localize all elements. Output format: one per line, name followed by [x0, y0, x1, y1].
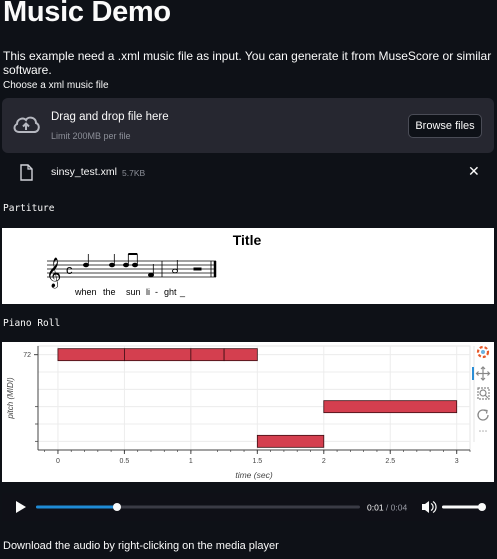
lyric-syllable: - — [155, 287, 158, 297]
browse-files-button[interactable]: Browse files — [408, 114, 482, 138]
volume-level — [442, 505, 482, 509]
seek-handle[interactable] — [113, 503, 121, 511]
note-bar — [223, 348, 258, 362]
pan-icon[interactable] — [475, 366, 491, 381]
remove-file-button[interactable]: ✕ — [468, 163, 480, 180]
note-bar — [190, 348, 225, 362]
time-display: 0:01 / 0:04 — [367, 503, 407, 513]
x-tick-label: 1.5 — [252, 458, 262, 465]
treble-clef-icon: 𝄞 — [46, 257, 61, 289]
intro-text: This example need a .xml music file as i… — [3, 49, 492, 77]
file-icon — [20, 164, 33, 181]
note-bar — [256, 434, 325, 448]
download-hint: Download the audio by right-clicking on … — [3, 540, 279, 552]
lyric-syllable: _ — [179, 287, 186, 297]
box-zoom-icon[interactable] — [477, 387, 490, 400]
uploaded-file-size: 5.7KB — [122, 168, 146, 178]
x-axis-label: time (sec) — [235, 470, 272, 480]
partiture-heading: Partiture — [3, 203, 55, 214]
dropzone-limit: Limit 200MB per file — [51, 131, 131, 141]
plot-toolbar — [472, 345, 491, 442]
uploader-label: Choose a xml music file — [3, 80, 109, 91]
note-bar — [124, 348, 192, 362]
y-tick-label: 72 — [23, 352, 31, 359]
more-tools-icon[interactable] — [479, 430, 487, 432]
lyric-syllable: the — [103, 287, 116, 297]
bokeh-logo-icon — [476, 345, 490, 359]
lyric-syllable: when — [74, 287, 97, 297]
x-tick-label: 3 — [455, 458, 459, 465]
seek-progress — [36, 505, 117, 509]
score-notes — [83, 253, 202, 278]
x-tick-label: 0.5 — [120, 458, 130, 465]
time-separator: / — [384, 503, 391, 513]
note-bar — [323, 400, 458, 414]
x-tick-label: 0 — [56, 458, 60, 465]
piano-roll-plot[interactable]: 0 0.5 1 1.5 2 2.5 3 72 time (sec) pitch (MIDI) — [2, 342, 494, 482]
audio-player[interactable]: 0:01 / 0:04 — [2, 493, 494, 521]
lyric-syllable: li — [146, 287, 150, 297]
note-bar — [57, 348, 125, 362]
y-axis-label: pitch (MIDI) — [6, 377, 15, 420]
plot-frame — [37, 345, 471, 451]
lyric-syllable: sun — [126, 287, 141, 297]
lyrics: when the sun li - ght _ — [74, 287, 186, 297]
current-time: 0:01 — [367, 503, 384, 513]
page-title: Music Demo — [3, 0, 171, 28]
reset-icon[interactable] — [477, 409, 489, 421]
score-image: Title 𝄞 c when the sun li - ght _ — [2, 228, 494, 304]
piano-roll-heading: Piano Roll — [3, 318, 61, 329]
uploaded-file-name: sinsy_test.xml — [51, 166, 117, 178]
duration: 0:04 — [391, 503, 408, 513]
volume-icon[interactable] — [422, 500, 437, 514]
x-tick-label: 2 — [322, 458, 326, 465]
lyric-syllable: ght — [164, 287, 177, 297]
play-icon[interactable] — [16, 501, 26, 513]
score-title: Title — [233, 232, 262, 248]
common-time-icon: c — [66, 262, 73, 277]
x-tick-label: 1 — [189, 458, 193, 465]
dropzone-instructions: Drag and drop file here — [51, 111, 169, 123]
cloud-upload-icon — [13, 116, 40, 133]
x-tick-label: 2.5 — [385, 458, 395, 465]
volume-handle[interactable] — [478, 503, 486, 511]
